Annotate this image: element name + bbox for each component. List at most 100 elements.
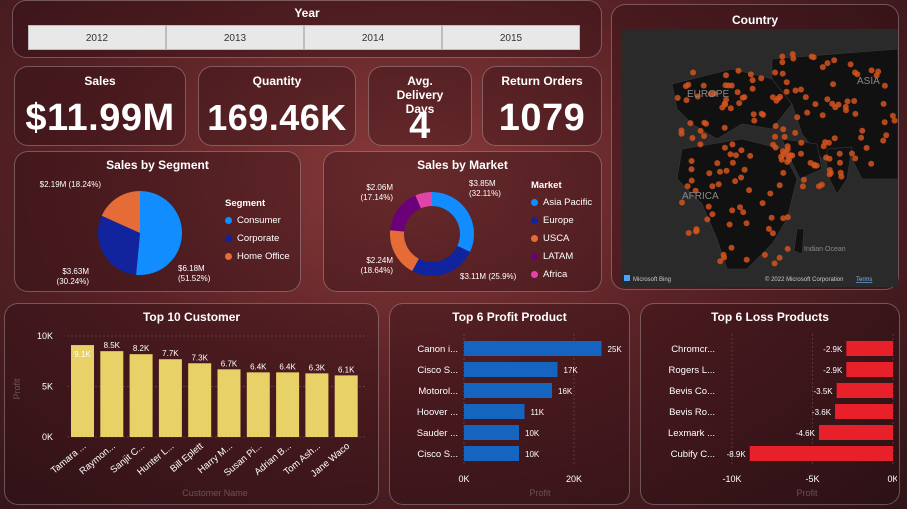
country-point[interactable] bbox=[776, 182, 783, 189]
country-point[interactable] bbox=[784, 245, 791, 252]
segment-pie-chart[interactable]: $6.18M(51.52%) $3.63M(30.24%) $2.19M (18.2… bbox=[15, 172, 215, 292]
country-point[interactable] bbox=[715, 181, 722, 188]
country-point[interactable] bbox=[852, 155, 859, 162]
segment-legend-consumer[interactable]: Consumer bbox=[225, 211, 290, 229]
country-point[interactable] bbox=[773, 97, 780, 104]
country-point[interactable] bbox=[693, 226, 700, 233]
country-point[interactable] bbox=[881, 82, 888, 89]
country-point[interactable] bbox=[792, 87, 799, 94]
country-point[interactable] bbox=[784, 143, 791, 150]
country-point[interactable] bbox=[783, 79, 790, 86]
country-point[interactable] bbox=[779, 70, 786, 77]
country-point[interactable] bbox=[721, 124, 728, 131]
country-point[interactable] bbox=[789, 51, 796, 58]
country-point[interactable] bbox=[738, 174, 745, 181]
country-point[interactable] bbox=[838, 173, 845, 180]
year-button-2012[interactable]: 2012 bbox=[28, 25, 166, 50]
map-terms-link[interactable]: Terms bbox=[856, 277, 872, 283]
country-point[interactable] bbox=[811, 161, 818, 168]
country-point[interactable] bbox=[743, 220, 750, 227]
country-point[interactable] bbox=[794, 114, 801, 121]
country-point[interactable] bbox=[799, 183, 806, 190]
country-point[interactable] bbox=[729, 159, 736, 166]
country-point[interactable] bbox=[889, 112, 896, 119]
country-point[interactable] bbox=[729, 207, 736, 214]
country-point[interactable] bbox=[749, 77, 756, 84]
country-point[interactable] bbox=[746, 187, 753, 194]
country-point[interactable] bbox=[844, 98, 851, 105]
country-point[interactable] bbox=[798, 139, 805, 146]
country-point[interactable] bbox=[849, 150, 855, 157]
year-button-2015[interactable]: 2015 bbox=[442, 25, 580, 50]
country-point[interactable] bbox=[769, 230, 776, 237]
country-point[interactable] bbox=[737, 204, 743, 211]
country-point[interactable] bbox=[804, 109, 811, 116]
country-map[interactable]: EUROPE ASIA AFRICA Indian Ocean Microsof… bbox=[622, 29, 898, 287]
country-point[interactable] bbox=[743, 256, 750, 263]
country-point[interactable] bbox=[800, 176, 807, 183]
country-point[interactable] bbox=[772, 123, 779, 129]
country-point[interactable] bbox=[768, 214, 775, 221]
country-point[interactable] bbox=[852, 110, 859, 117]
country-point[interactable] bbox=[836, 150, 843, 157]
country-point[interactable] bbox=[685, 81, 692, 88]
country-point[interactable] bbox=[728, 244, 735, 251]
segment-legend-home-office[interactable]: Home Office bbox=[225, 247, 290, 265]
country-point[interactable] bbox=[830, 81, 837, 88]
country-point[interactable] bbox=[689, 135, 696, 141]
country-point[interactable] bbox=[779, 59, 786, 66]
country-point[interactable] bbox=[741, 166, 748, 173]
segment-legend-corporate[interactable]: Corporate bbox=[225, 229, 290, 247]
country-point[interactable] bbox=[697, 141, 704, 148]
country-point[interactable] bbox=[780, 126, 787, 133]
country-point[interactable] bbox=[810, 54, 817, 61]
market-legend-usca[interactable]: USCA bbox=[531, 229, 592, 247]
country-point[interactable] bbox=[749, 85, 756, 92]
country-point[interactable] bbox=[781, 133, 788, 140]
country-point[interactable] bbox=[824, 60, 831, 67]
country-point[interactable] bbox=[732, 178, 739, 185]
country-point[interactable] bbox=[819, 64, 826, 71]
country-point[interactable] bbox=[772, 133, 778, 140]
country-point[interactable] bbox=[858, 134, 865, 141]
country-point[interactable] bbox=[688, 166, 695, 173]
country-point[interactable] bbox=[726, 221, 733, 228]
country-point[interactable] bbox=[863, 144, 870, 151]
country-point[interactable] bbox=[812, 101, 819, 108]
market-legend-europe[interactable]: Europe bbox=[531, 211, 592, 229]
country-point[interactable] bbox=[758, 110, 765, 117]
market-legend-latam[interactable]: LATAM bbox=[531, 247, 592, 265]
country-point[interactable] bbox=[837, 159, 843, 166]
loss-products-bar-chart[interactable]: -10K -5K 0K Profit Chromcr... -2.9K Rogers L..… bbox=[641, 324, 897, 504]
country-point[interactable] bbox=[820, 143, 827, 150]
country-point[interactable] bbox=[734, 89, 741, 96]
country-point[interactable] bbox=[729, 141, 736, 148]
year-button-2013[interactable]: 2013 bbox=[166, 25, 304, 50]
country-point[interactable] bbox=[792, 129, 799, 136]
country-point[interactable] bbox=[688, 158, 695, 164]
country-point[interactable] bbox=[880, 100, 887, 107]
country-point[interactable] bbox=[738, 147, 745, 154]
country-point[interactable] bbox=[685, 230, 692, 236]
country-point[interactable] bbox=[741, 94, 748, 101]
country-point[interactable] bbox=[823, 154, 830, 161]
country-point[interactable] bbox=[751, 117, 758, 124]
country-point[interactable] bbox=[826, 171, 833, 178]
country-point[interactable] bbox=[772, 69, 779, 76]
country-point[interactable] bbox=[767, 190, 774, 197]
country-point[interactable] bbox=[784, 214, 791, 221]
country-point[interactable] bbox=[851, 98, 858, 104]
country-point[interactable] bbox=[786, 156, 793, 163]
market-legend-africa[interactable]: Africa bbox=[531, 265, 592, 283]
country-point[interactable] bbox=[678, 130, 685, 137]
profit-products-bar-chart[interactable]: 0K 20K Profit Canon i... 25K Cisco S... 17K Mot… bbox=[390, 324, 628, 504]
country-point[interactable] bbox=[717, 168, 723, 175]
country-point[interactable] bbox=[868, 67, 875, 74]
country-point[interactable] bbox=[733, 152, 739, 159]
country-point[interactable] bbox=[832, 104, 839, 111]
country-point[interactable] bbox=[717, 258, 724, 265]
country-point[interactable] bbox=[709, 211, 716, 218]
country-point[interactable] bbox=[701, 133, 707, 139]
country-point[interactable] bbox=[772, 144, 779, 151]
country-point[interactable] bbox=[798, 86, 804, 93]
